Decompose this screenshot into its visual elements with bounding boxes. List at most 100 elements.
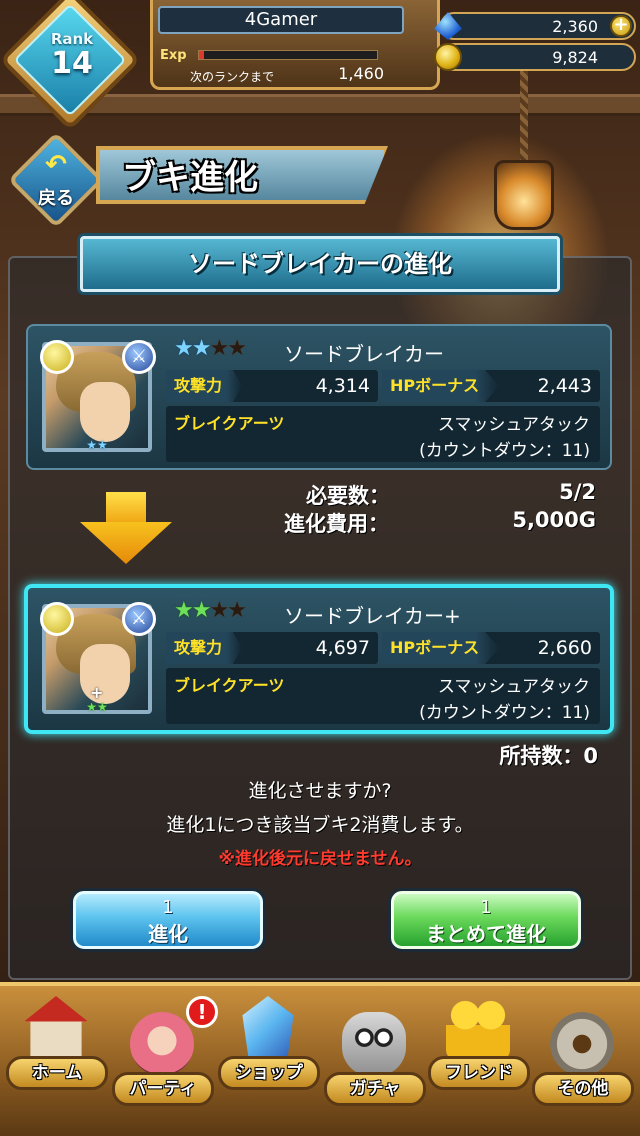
coin-count: 9,824 [552,48,598,67]
weapon-portrait: ⚔ + ★★ [40,602,156,714]
arrow-shaft [106,492,146,524]
attack-value: 4,314 [315,375,370,397]
irreversible-warning: ※進化後元に戻せません。 [218,849,422,869]
required-label: 必要数： [306,484,390,508]
mini-stars: ★★ [86,700,108,714]
skill-name: スマッシュアタック [437,677,590,697]
portrait-face [80,382,130,442]
attack-label: 攻撃力 [166,370,243,402]
confirm-question: 進化させますか? [248,780,392,802]
star-filled-icon: ★ [174,598,194,623]
star-empty-icon: ★ [227,598,247,623]
back-button-frame [7,131,105,229]
nav-shop-label: ショップ [218,1056,320,1090]
light-attribute-icon [40,340,74,374]
nav-friend-label: フレンド [428,1056,530,1090]
attack-value: 4,697 [315,637,370,659]
star-filled-icon: ★ [191,336,212,361]
weapon-name: ソードブレイカー+ [284,604,461,628]
next-rank-label: 次のランクまで [190,70,275,84]
hanging-lamp [494,160,554,230]
sword-type-icon: ⚔ [122,340,156,374]
skill-countdown: (カウントダウン：11) [419,703,590,723]
break-arts-label: ブレイクアーツ [174,414,285,433]
gem-counter: 2,360 + [434,12,636,40]
evolve-button[interactable]: 1 進化 [70,888,266,952]
party-character-icon [130,1012,194,1076]
rank-badge: Rank 14 [0,0,141,131]
nav-party-label: パーティ [112,1072,214,1106]
weapon-name: ソードブレイカー [284,342,444,366]
star-empty-icon: ★ [209,598,229,623]
star-empty-icon: ★ [227,336,247,361]
rarity-stars: ★★★★ [174,336,247,361]
nav-gacha[interactable]: ガチャ [320,1006,430,1136]
nav-shop[interactable]: ショップ [214,990,324,1122]
weapon-card-after[interactable]: ⚔ + ★★ ★★★★ ソードブレイカー+ 攻撃力 4,697 HPボーナス 2… [24,584,614,734]
bulk-evolve-button[interactable]: 1 まとめて進化 [388,888,584,952]
evolve-arrow-icon [80,492,172,564]
rarity-stars: ★★★★ [174,598,247,623]
hp-label: HPボーナス [382,632,500,664]
hp-value: 2,660 [537,637,592,659]
house-icon [24,996,88,1060]
attack-stat: 攻撃力 4,697 [166,632,378,664]
nav-friend[interactable]: フレンド [424,990,534,1122]
back-button[interactable]: ↶ 戻る [7,131,105,229]
arrow-head [80,522,172,564]
exp-bar-fill [199,51,205,59]
username: 4Gamer [158,6,404,34]
rank-value: 14 [51,46,93,81]
back-label: 戻る [38,188,74,209]
gear-icon [550,1012,614,1076]
weapon-card-before[interactable]: ⚔ ★★ ★★★★ ソードブレイカー 攻撃力 4,314 HPボーナス 2,44… [26,324,612,470]
star-empty-icon: ★ [209,336,229,361]
sword-type-icon: ⚔ [122,602,156,636]
section-banner: ソードブレイカーの進化 [80,236,560,292]
star-filled-icon: ★ [191,598,212,623]
skill-countdown: (カウントダウン：11) [419,441,590,461]
weapon-portrait: ⚔ ★★ [40,340,156,452]
break-arts-label: ブレイクアーツ [174,676,285,695]
crystal-icon [242,996,294,1060]
break-arts: ブレイクアーツ スマッシュアタック (カウントダウン：11) [166,668,600,724]
nav-home-label: ホーム [6,1056,108,1090]
attack-stat: 攻撃力 4,314 [166,370,378,402]
coin-counter: 9,824 [434,43,636,71]
bulk-evolve-count: 1 [480,897,492,918]
section-title: ソードブレイカーの進化 [188,250,452,278]
cost-label: 進化費用： [284,512,389,536]
required-value: 5/2 [559,480,596,504]
gem-count: 2,360 [552,17,598,36]
owned-count: 所持数：0 [499,744,598,768]
evolve-label: 進化 [148,922,188,946]
add-gems-button[interactable]: + [610,15,632,37]
mini-stars: ★★ [86,438,108,452]
portrait-face [80,644,130,704]
party-alert-badge: ! [186,996,218,1028]
owl-icon [342,1012,406,1076]
nav-home[interactable]: ホーム [2,990,112,1122]
exp-label: Exp [160,48,187,63]
nav-other[interactable]: その他 [528,1006,638,1136]
nav-gacha-label: ガチャ [324,1072,426,1106]
bulk-evolve-label: まとめて進化 [426,922,546,946]
hp-stat: HPボーナス 2,443 [382,370,600,402]
hp-label: HPボーナス [382,370,500,402]
attack-label: 攻撃力 [166,632,243,664]
evolve-count: 1 [162,897,174,918]
gold-coin-icon [434,43,462,71]
break-arts: ブレイクアーツ スマッシュアタック (カウントダウン：11) [166,406,600,462]
consumption-note: 進化1につき該当ブキ2消費します。 [166,814,474,836]
next-rank-value: 1,460 [338,64,384,83]
nav-other-label: その他 [532,1072,634,1106]
skill-name: スマッシュアタック [437,415,590,435]
bottom-nav: ホーム パーティ ショップ ガチャ フレンド その他 [0,982,640,1136]
star-filled-icon: ★ [174,336,194,361]
hp-stat: HPボーナス 2,660 [382,632,600,664]
cost-value: 5,000G [512,508,596,532]
back-arrow-icon: ↶ [45,150,67,180]
exp-bar [198,50,378,60]
hanging-rope [520,60,528,170]
friends-icon [446,996,510,1060]
